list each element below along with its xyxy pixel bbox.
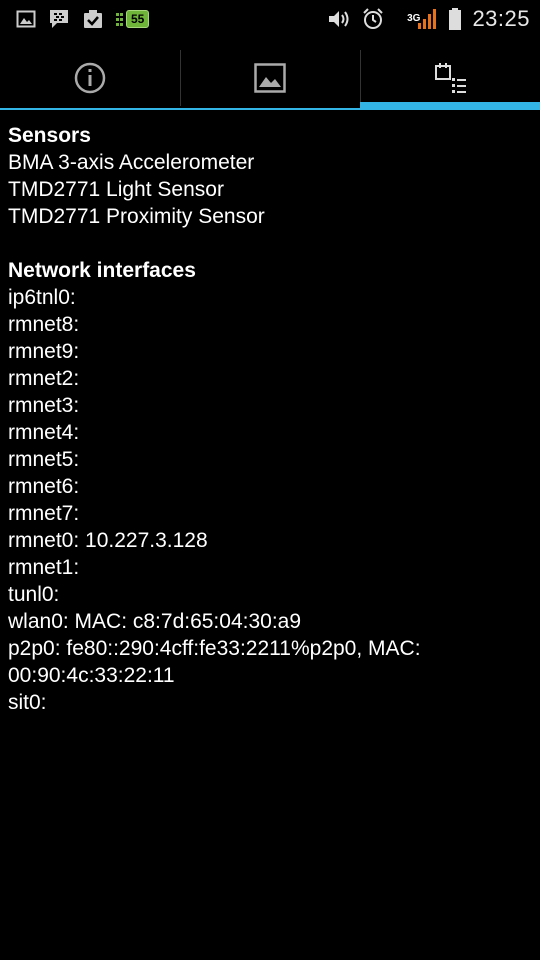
picture-icon [253,61,287,100]
tab-underline-active [360,102,540,110]
network-interface-item: rmnet2: [8,367,80,390]
alarm-icon [361,7,385,31]
tab-underline [180,108,360,110]
tab-underline [0,108,180,110]
tab-image[interactable] [180,50,360,110]
badge-count: 55 [126,10,150,28]
status-bar: 55 3G 23:25 [0,0,540,38]
sensor-item: TMD2771 Light Sensor [8,178,224,201]
tab-details[interactable] [360,50,540,110]
task-notification-icon [82,8,104,30]
battery-icon [448,7,462,31]
network-interface-item: p2p0: fe80::290:4cff:fe33:2211%p2p0, MAC… [8,637,421,687]
network-interface-item: rmnet8: [8,313,80,336]
network-interfaces-title: Network interfaces [8,259,196,282]
sensors-title: Sensors [8,124,91,147]
network-interface-item: rmnet1: [8,556,80,579]
sensor-item: BMA 3-axis Accelerometer [8,151,255,174]
bbm-notification-icon [48,8,70,30]
bbm-count-badge: 55 [116,10,150,28]
network-interface-item: rmnet9: [8,340,80,363]
network-interface-item: wlan0: MAC: c8:7d:65:04:30:a9 [8,610,302,633]
info-icon [73,61,107,100]
signal-icon: 3G [407,8,438,30]
volume-icon [327,8,351,30]
tab-info[interactable] [0,50,180,110]
network-interface-item: rmnet3: [8,394,80,417]
calendar-list-icon [433,61,467,100]
image-notification-icon [16,9,36,29]
network-interface-item: rmnet5: [8,448,80,471]
network-interface-item: rmnet7: [8,502,80,525]
network-interface-item: tunl0: [8,583,60,606]
network-interface-item: sit0: [8,691,47,714]
badge-grid-icon [116,13,123,26]
network-interface-item: rmnet6: [8,475,80,498]
network-interface-item: rmnet0: 10.227.3.128 [8,529,208,552]
sensor-item: TMD2771 Proximity Sensor [8,205,265,228]
tab-bar [0,50,540,110]
clock: 23:25 [472,6,530,31]
network-interface-item: ip6tnl0: [8,286,76,309]
network-type: 3G [407,13,421,24]
details-content: Sensors BMA 3-axis Accelerometer TMD2771… [8,122,532,716]
network-interface-item: rmnet4: [8,421,80,444]
